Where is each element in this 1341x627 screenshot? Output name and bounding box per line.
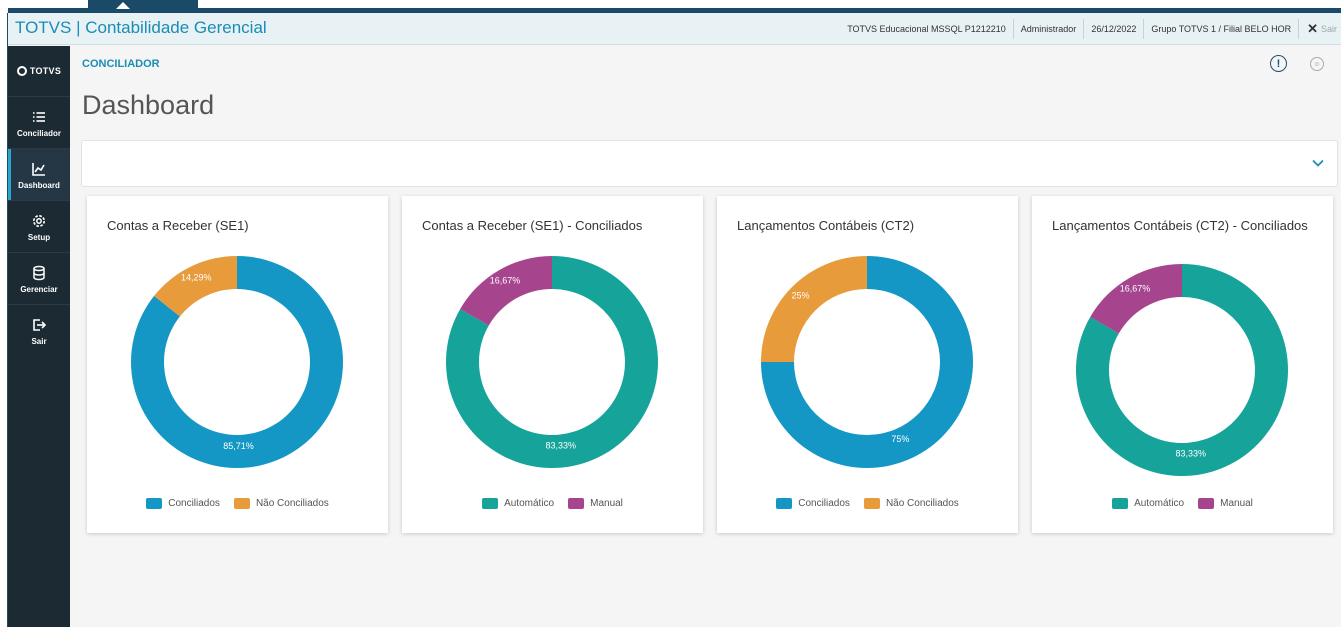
legend-item[interactable]: Manual [1198,498,1253,509]
gear-icon [33,215,45,227]
filter-panel[interactable] [81,140,1338,187]
close-icon: ✕ [1307,21,1318,36]
info-icon[interactable]: ! [1270,55,1287,72]
logout-icon [33,319,47,331]
legend-swatch [1112,498,1129,509]
slice-data-label: 75% [891,434,909,444]
environment-label[interactable]: TOTVS Educacional MSSQL P1212210 [840,19,1013,39]
chart-legend: Conciliados Não Conciliados [717,498,1018,509]
user-avatar-icon[interactable]: ☺ [1310,57,1324,71]
legend-label: Não Conciliados [885,498,959,509]
chart-card: Contas a Receber (SE1) 85,71% 14,29% Concil… [87,196,388,533]
exit-label: Sair [1320,24,1337,34]
chart-legend: Conciliados Não Conciliados [87,498,388,509]
user-label[interactable]: Administrador [1012,19,1084,39]
chevron-down-icon[interactable] [1311,156,1325,170]
legend-swatch [146,498,163,509]
branch-label[interactable]: Grupo TOTVS 1 / Filial BELO HOR [1143,19,1298,39]
legend-label: Manual [590,498,623,509]
sidebar-item-setup[interactable]: Setup [8,200,70,252]
slice-data-label: 83,33% [1176,449,1207,459]
sidebar-item-label: Dashboard [18,181,60,190]
sidebar-item-label: Setup [27,233,51,242]
legend-swatch [568,498,585,509]
sidebar-item-sair[interactable]: Sair [8,304,70,356]
chart-card: Lançamentos Contábeis (CT2) - Conciliado… [1032,196,1333,533]
sidebar-item-conciliador[interactable]: Conciliador [8,96,70,148]
date-label[interactable]: 26/12/2022 [1083,19,1143,39]
sidebar: TOTVS Conciliador Dashboard Setup Gerenc… [8,46,70,627]
legend-label: Automático [504,498,555,509]
legend-label: Conciliados [798,498,850,509]
header-info: TOTVS Educacional MSSQL P1212210 Adminis… [840,13,1341,45]
totvs-logo: TOTVS [8,56,70,86]
list-icon [33,112,45,122]
sidebar-item-gerenciar[interactable]: Gerenciar [8,252,70,304]
donut-chart: 85,71% 14,29% [131,256,343,468]
donut-chart: 75% 25% [761,256,973,468]
app-title: TOTVS | Contabilidade Gerencial [15,18,267,37]
slice-data-label: 14,29% [181,272,212,282]
legend-label: Automático [1134,498,1185,509]
app-header: TOTVS | Contabilidade Gerencial TOTVS Ed… [8,13,1341,45]
slice-data-label: 16,67% [490,276,521,286]
exit-button[interactable]: ✕ Sair [1298,19,1341,39]
legend-label: Não Conciliados [255,498,329,509]
legend-item[interactable]: Conciliados [146,498,220,509]
legend-swatch [482,498,499,509]
legend-item[interactable]: Conciliados [776,498,850,509]
page-title: Dashboard [82,90,215,120]
donut-slice[interactable] [460,256,552,326]
legend-swatch [233,498,250,509]
donut-chart: 83,33% 16,67% [1076,264,1288,476]
chart-card: Lançamentos Contábeis (CT2) 75% 25% Concili… [717,196,1018,533]
window-left-frame [0,13,8,627]
chart-card: Contas a Receber (SE1) - Conciliados 83,3… [402,196,703,533]
legend-label: Manual [1220,498,1253,509]
sidebar-item-label: Sair [31,337,47,346]
window-top-frame [0,0,1341,13]
slice-data-label: 83,33% [546,441,577,451]
breadcrumb[interactable]: CONCILIADOR [82,58,160,70]
chart-legend: Automático Manual [402,498,703,509]
legend-swatch [863,498,880,509]
slice-data-label: 16,67% [1120,284,1151,294]
chart-icon [32,163,45,176]
donut-chart: 83,33% 16,67% [446,256,658,468]
legend-swatch [776,498,793,509]
legend-swatch [1198,498,1215,509]
slice-data-label: 85,71% [223,441,254,451]
chart-legend: Automático Manual [1032,498,1333,509]
legend-item[interactable]: Não Conciliados [863,498,959,509]
database-icon [33,265,45,281]
legend-item[interactable]: Manual [568,498,623,509]
legend-label: Conciliados [168,498,220,509]
sidebar-item-label: Conciliador [16,129,61,138]
legend-item[interactable]: Automático [1112,498,1184,509]
sidebar-item-dashboard[interactable]: Dashboard [8,148,70,200]
totvs-logo-icon [16,66,27,76]
sidebar-item-label: Gerenciar [20,285,58,294]
donut-slice[interactable] [1090,264,1182,334]
slice-data-label: 25% [792,291,810,301]
legend-item[interactable]: Não Conciliados [233,498,329,509]
donut-slice[interactable] [761,256,867,362]
legend-item[interactable]: Automático [482,498,554,509]
